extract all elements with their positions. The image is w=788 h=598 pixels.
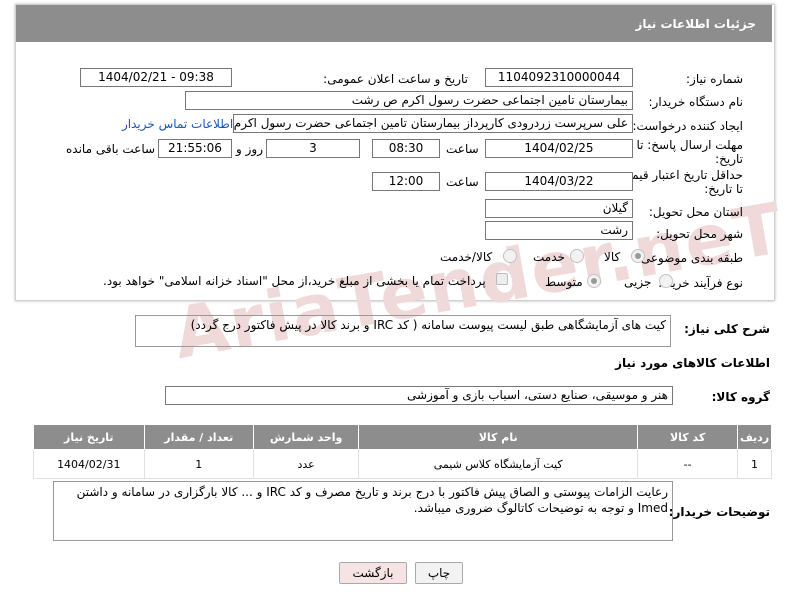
panel-title: جزئیات اطلاعات نیاز xyxy=(635,17,756,31)
cell-qty: 1 xyxy=(143,449,255,479)
validity-label: حداقل تاریخ اعتبار قیمت: xyxy=(616,168,743,182)
category-option-goods: کالا xyxy=(604,250,621,264)
goods-section-title: اطلاعات کالاهای مورد نیاز xyxy=(615,356,770,370)
creator-label: ایجاد کننده درخواست: xyxy=(632,119,743,133)
col-qty: تعداد / مقدار xyxy=(143,424,255,450)
city-label: شهر محل تحویل: xyxy=(656,227,743,241)
remaining-time-field: 21:55:06 xyxy=(158,139,232,158)
cell-code: -- xyxy=(637,449,739,479)
col-row: ردیف xyxy=(737,424,772,450)
city-field: رشت xyxy=(485,221,633,240)
col-name: نام کالا xyxy=(358,424,639,450)
goods-table: ردیف کد کالا نام کالا واحد شمارش تعداد /… xyxy=(33,424,772,479)
purchase-option-minor: جزیی xyxy=(624,275,652,289)
summary-textarea[interactable]: کیت های آزمایشگاهی طبق لیست پیوست سامانه… xyxy=(135,315,671,347)
table-row: 1 -- کیت آزمایشگاه کلاس شیمی عدد 1 1404/… xyxy=(33,449,772,479)
remaining-time-label: ساعت باقی مانده xyxy=(66,142,156,156)
need-number-label: شماره نیاز: xyxy=(686,72,743,86)
category-option-both: کالا/خدمت xyxy=(440,250,493,264)
buyer-notes-textarea[interactable]: رعایت الزامات پیوستی و الصاق پیش فاکتور … xyxy=(53,481,673,541)
deadline-date-field: 1404/02/25 xyxy=(485,139,633,158)
purchase-radio-medium[interactable] xyxy=(587,274,601,288)
deadline-label-2: تاریخ: xyxy=(715,152,743,166)
buyer-notes-label: توضیحات خریدار: xyxy=(668,505,770,519)
buyer-org-field: بیمارستان تامین اجتماعی حضرت رسول اکرم ص… xyxy=(185,91,633,110)
validity-time-label: ساعت xyxy=(446,175,479,189)
treasury-checkbox[interactable] xyxy=(496,273,508,285)
goods-group-label: گروه کالا: xyxy=(711,390,770,404)
col-unit: واحد شمارش xyxy=(252,424,360,450)
purchase-radio-minor[interactable] xyxy=(659,274,673,288)
cell-row: 1 xyxy=(737,449,772,479)
days-field: 3 xyxy=(266,139,360,158)
buyer-org-label: نام دستگاه خریدار: xyxy=(648,95,744,109)
contact-info-link[interactable]: اطلاعات تماس خریدار xyxy=(122,117,233,131)
category-radio-both[interactable] xyxy=(503,249,517,263)
announce-label: تاریخ و ساعت اعلان عمومی: xyxy=(323,72,468,86)
payment-note: پرداخت تمام یا بخشی از مبلغ خرید،از محل … xyxy=(103,274,486,288)
validity-time-field: 12:00 xyxy=(372,172,440,191)
goods-group-field: هنر و موسیقی، صنایع دستی، اسباب بازی و آ… xyxy=(165,386,673,405)
announce-field: 1404/02/21 - 09:38 xyxy=(80,68,232,87)
purchase-option-medium: متوسط xyxy=(545,275,583,289)
province-label: استان محل تحویل: xyxy=(648,205,743,219)
cell-unit: عدد xyxy=(252,449,360,479)
col-date: تاریخ نیاز xyxy=(33,424,145,450)
category-radio-service[interactable] xyxy=(570,249,584,263)
table-header-row: ردیف کد کالا نام کالا واحد شمارش تعداد /… xyxy=(33,424,772,450)
print-button[interactable]: چاپ xyxy=(415,562,463,584)
cell-name: کیت آزمایشگاه کلاس شیمی xyxy=(358,449,639,479)
validity-date-field: 1404/03/22 xyxy=(485,172,633,191)
category-radio-goods[interactable] xyxy=(631,249,645,263)
col-code: کد کالا xyxy=(637,424,739,450)
summary-label: شرح کلی نیاز: xyxy=(684,322,770,336)
category-option-service: خدمت xyxy=(533,250,565,264)
days-label: روز و xyxy=(236,142,263,156)
need-number-field: 1104092310000044 xyxy=(485,68,633,87)
deadline-label: مهلت ارسال پاسخ: تا xyxy=(636,138,743,152)
category-label: طبقه بندی موضوعی: xyxy=(636,251,743,265)
creator-field: علی سرپرست زردرودی کارپرداز بیمارستان تا… xyxy=(233,114,633,133)
back-button[interactable]: بازگشت xyxy=(339,562,407,584)
deadline-time-label: ساعت xyxy=(446,142,479,156)
validity-label-2: تا تاریخ: xyxy=(704,182,743,196)
panel-header: جزئیات اطلاعات نیاز xyxy=(16,5,772,42)
cell-date: 1404/02/31 xyxy=(33,449,145,479)
deadline-time-field: 08:30 xyxy=(372,139,440,158)
province-field: گیلان xyxy=(485,199,633,218)
